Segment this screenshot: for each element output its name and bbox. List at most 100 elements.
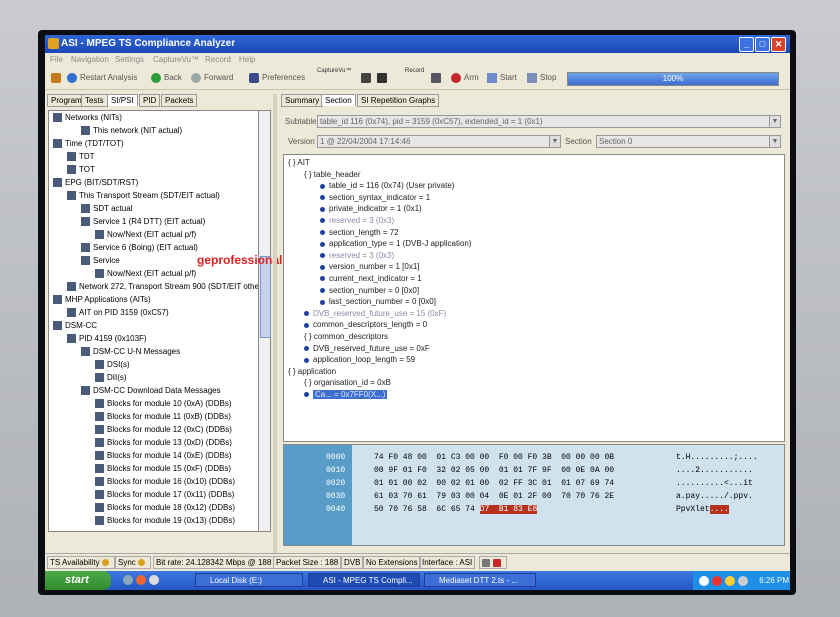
tree-item[interactable]: Blocks for module 13 (0xD) (DDBs)	[95, 438, 232, 448]
menu-record[interactable]: Record	[205, 55, 231, 64]
volume-icon[interactable]	[738, 575, 748, 586]
tree-item[interactable]: Blocks for module 18 (0x12) (DDBs)	[95, 503, 235, 513]
tree-item[interactable]: DSM-CC	[53, 321, 97, 331]
restart-analysis-button[interactable]: Restart Analysis	[67, 73, 137, 83]
tab-si-repetition-graphs[interactable]: SI Repetition Graphs	[357, 94, 440, 107]
tree-item[interactable]: Now/Next (EIT actual p/f)	[95, 269, 196, 279]
tree-item[interactable]: TOT	[67, 165, 95, 175]
back-button[interactable]: Back	[151, 73, 182, 83]
tool-icon[interactable]	[51, 73, 64, 83]
tab-summary[interactable]: Summary	[281, 94, 324, 107]
detail-row[interactable]: section_length = 72	[320, 228, 399, 237]
version-select[interactable]: 1 @ 22/04/2004 17:14:46 ▼	[317, 135, 561, 148]
record-settings-button[interactable]	[431, 73, 444, 83]
quicklaunch-icon[interactable]	[123, 575, 162, 585]
hex-ascii-row[interactable]: ....2...........	[676, 466, 753, 475]
tree-scrollbar-thumb[interactable]	[260, 256, 271, 338]
detail-row[interactable]: { } common_descriptors	[304, 332, 388, 341]
pane-splitter[interactable]	[273, 94, 277, 564]
tree-item[interactable]: Service 6 (Boing) (EIT actual)	[81, 243, 198, 253]
hex-ascii-row[interactable]: a.pay...../.ppv.	[676, 492, 753, 501]
stop-record-button[interactable]: Stop	[527, 73, 556, 83]
tree-item[interactable]: DSI(s)	[95, 360, 130, 370]
detail-row[interactable]: current_next_indicator = 1	[320, 274, 422, 283]
hex-bytes-row[interactable]: 61 03 70 61 79 03 00 04 0E 01 2F 00 70 7…	[374, 492, 614, 501]
tree-item[interactable]: DSM-CC Download Data Messages	[81, 386, 221, 396]
maximize-icon[interactable]: □	[755, 37, 770, 52]
tray-icon[interactable]	[712, 575, 722, 586]
tree-item[interactable]: TDT	[67, 152, 95, 162]
hex-bytes-row[interactable]: 74 F0 48 00 01 C3 00 00 F0 00 F0 3B 00 0…	[374, 453, 614, 462]
section-detail-tree[interactable]: { } AIT { } table_header table_id = 116 (0…	[283, 154, 785, 442]
tree-item[interactable]: DSM-CC U-N Messages	[81, 347, 180, 357]
hex-bytes-row[interactable]: 50 70 76 58 6C 65 74 D7 B1 83 E8	[374, 505, 538, 514]
detail-row[interactable]: section_number = 0 [0x0]	[320, 286, 419, 295]
detail-row[interactable]: { } application	[288, 367, 336, 376]
detail-row[interactable]: reserved = 3 (0x3)	[320, 216, 394, 225]
tree-item[interactable]: Network 272, Transport Stream 900 (SDT/E…	[67, 282, 259, 292]
detail-row[interactable]: version_number = 1 [0x1]	[320, 262, 420, 271]
preferences-button[interactable]: Preferences	[249, 73, 305, 83]
detail-row[interactable]: table_id = 116 (0x74) (User private)	[320, 181, 454, 190]
tray-icon[interactable]	[725, 575, 735, 586]
title-bar[interactable]: ASI - MPEG TS Compliance Analyzer _ □ ✕	[45, 35, 790, 53]
detail-row[interactable]: private_indicator = 1 (0x1)	[320, 204, 422, 213]
task-asi-analyzer[interactable]: ASI - MPEG TS Compli...	[308, 573, 420, 587]
detail-row[interactable]: reserved = 3 (0x3)	[320, 251, 394, 260]
hex-dump-pane[interactable]: 0000 74 F0 48 00 01 C3 00 00 F0 00 F0 3B …	[283, 444, 785, 546]
tree-item[interactable]: MHP Applications (AITs)	[53, 295, 151, 305]
tree-item[interactable]: Service	[81, 256, 120, 266]
tree-scrollbar[interactable]	[258, 110, 271, 532]
tab-section[interactable]: Section	[321, 94, 356, 106]
hex-ascii-row[interactable]: ..........<...it	[676, 479, 753, 488]
detail-row[interactable]: common_descriptors_length = 0	[304, 320, 427, 329]
detail-row[interactable]: Ca... = 0x7FF0(X...)	[304, 390, 388, 399]
detail-row[interactable]: application_type = 1 (DVB-J application)	[320, 239, 472, 248]
detail-row[interactable]: { } organisation_id = 0xB	[304, 378, 391, 387]
tab-tests[interactable]: Tests	[81, 94, 108, 107]
tree-item[interactable]: Blocks for module 19 (0x13) (DDBs)	[95, 516, 235, 526]
capture-screen-button[interactable]	[361, 73, 374, 83]
tree-item[interactable]: This network (NIT actual)	[81, 126, 182, 136]
minimize-icon[interactable]: _	[739, 37, 754, 52]
tab-si-psi[interactable]: SI/PSI	[107, 94, 138, 106]
detail-row[interactable]: { } table_header	[304, 170, 361, 179]
hex-ascii-row[interactable]: t.H.........;....	[676, 453, 758, 462]
tree-item[interactable]: Blocks for module 16 (0x10) (DDBs)	[95, 477, 235, 487]
tree-item[interactable]: Blocks for module 15 (0xF) (DDBs)	[95, 464, 231, 474]
tree-item[interactable]: Blocks for module 14 (0xE) (DDBs)	[95, 451, 231, 461]
arm-button[interactable]: Arm	[451, 73, 479, 83]
tree-item[interactable]: AIT on PID 3159 (0xC57)	[67, 308, 169, 318]
menu-navigation[interactable]: Navigation	[71, 55, 109, 64]
tree-item[interactable]: Blocks for module 11 (0xB) (DDBs)	[95, 412, 231, 422]
detail-row[interactable]: DVB_reserved_future_use = 15 (0xF)	[304, 309, 446, 318]
menu-settings[interactable]: Settings	[115, 55, 144, 64]
si-psi-tree[interactable]: Networks (NITs) This network (NIT actual)…	[48, 110, 260, 532]
menu-capturevu[interactable]: CaptureVu™	[153, 55, 199, 64]
tab-pid[interactable]: PID	[139, 94, 161, 107]
tree-item[interactable]: Blocks for module 10 (0xA) (DDBs)	[95, 399, 231, 409]
hex-bytes-row[interactable]: 00 9F 01 F0 32 02 05 00 01 01 7F 9F 00 0…	[374, 466, 614, 475]
tree-item[interactable]: SDT actual	[81, 204, 132, 214]
close-icon[interactable]: ✕	[771, 37, 786, 52]
detail-row[interactable]: { } AIT	[288, 158, 310, 167]
tree-item[interactable]: DII(s)	[95, 373, 127, 383]
tab-packets[interactable]: Packets	[161, 94, 198, 107]
tree-item[interactable]: Blocks for module 12 (0xC) (DDBs)	[95, 425, 232, 435]
tree-item[interactable]: PID 4159 (0x103F)	[67, 334, 147, 344]
menu-file[interactable]: File	[50, 55, 63, 64]
menu-help[interactable]: Help	[239, 55, 255, 64]
tray-icon[interactable]	[699, 575, 709, 586]
tab-program[interactable]: Program	[47, 94, 86, 107]
start-record-button[interactable]: Start	[487, 73, 517, 83]
tree-item[interactable]: Service 1 (R4 DTT) (EIT actual)	[81, 217, 205, 227]
tree-item[interactable]: Networks (NITs)	[53, 113, 122, 123]
tree-item[interactable]: Time (TDT/TOT)	[53, 139, 124, 149]
forward-button[interactable]: Forward	[191, 73, 233, 83]
detail-row[interactable]: section_syntax_indicator = 1	[320, 193, 430, 202]
task-mediaset-file[interactable]: Mediaset DTT 2.ts - ...	[424, 573, 536, 587]
tree-item[interactable]: Blocks for module 17 (0x11) (DDBs)	[95, 490, 234, 500]
section-select[interactable]: Section 0 ▼	[596, 135, 781, 148]
subtable-select[interactable]: table_id 116 (0x74), pid = 3159 (0xC57),…	[317, 115, 781, 128]
tree-item[interactable]: EPG (BIT/SDT/RST)	[53, 178, 138, 188]
